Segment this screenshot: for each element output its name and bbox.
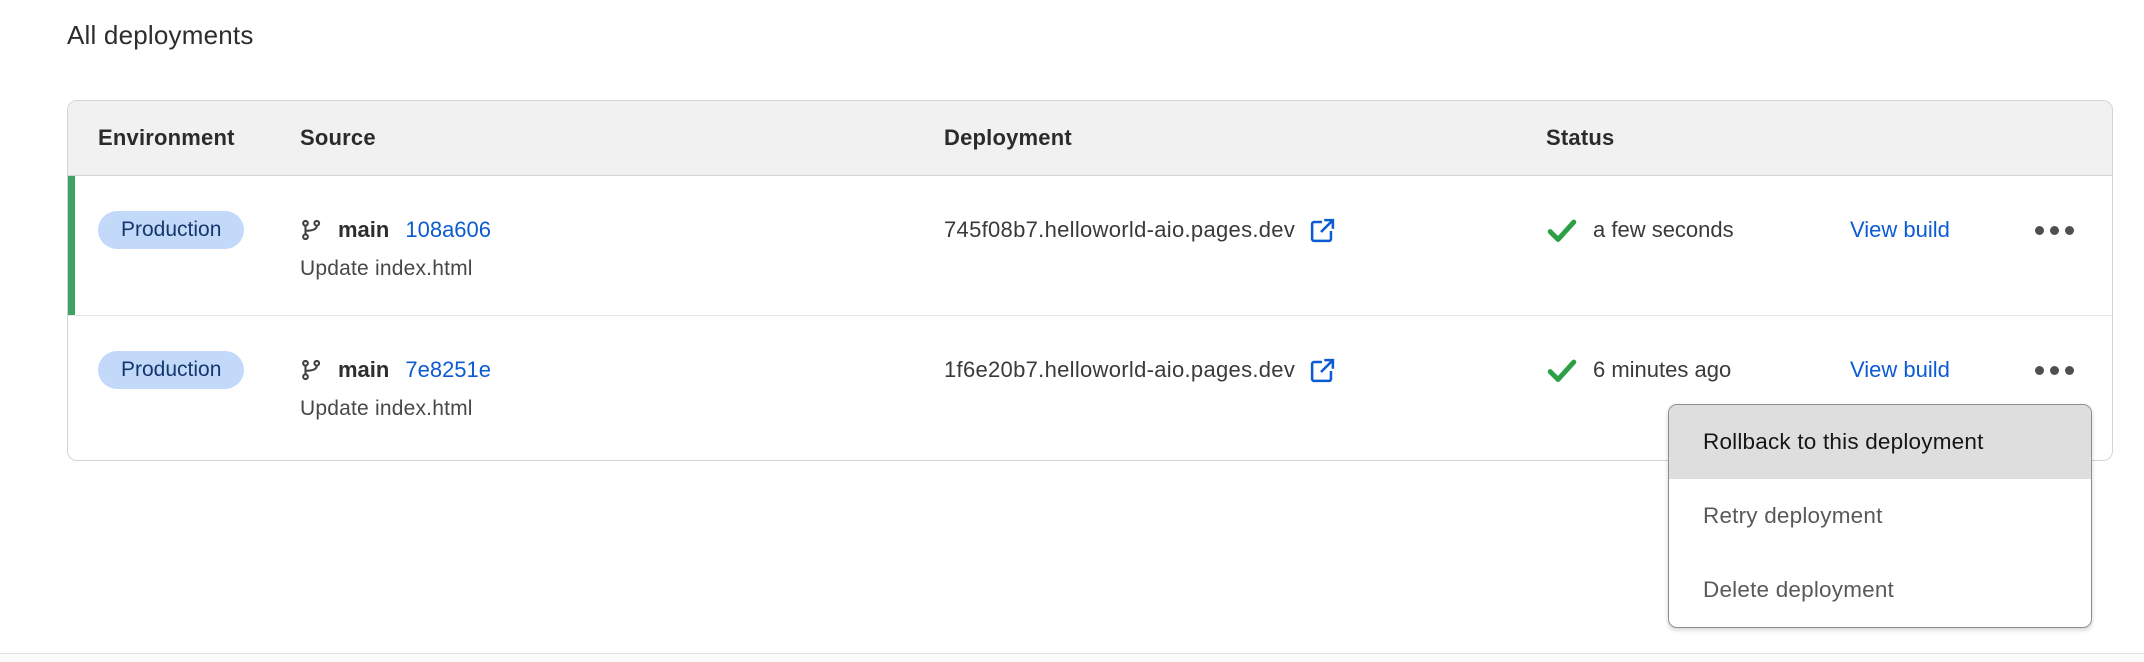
- branch-name: main: [338, 217, 389, 243]
- current-deployment-indicator: [68, 176, 75, 315]
- environment-badge: Production: [98, 351, 244, 389]
- status-time: 6 minutes ago: [1593, 357, 1731, 383]
- deployment-cell: 745f08b7.helloworld-aio.pages.dev: [944, 176, 1546, 250]
- column-header-deployment: Deployment: [944, 125, 1546, 151]
- status-time: a few seconds: [1593, 217, 1734, 243]
- menu-item-retry[interactable]: Retry deployment: [1669, 479, 2091, 553]
- menu-item-rollback[interactable]: Rollback to this deployment: [1669, 405, 2091, 479]
- external-link-icon[interactable]: [1308, 356, 1337, 385]
- external-link-icon[interactable]: [1308, 216, 1337, 245]
- environment-badge: Production: [98, 211, 244, 249]
- deployment-url: 1f6e20b7.helloworld-aio.pages.dev: [944, 357, 1295, 383]
- deployment-url: 745f08b7.helloworld-aio.pages.dev: [944, 217, 1295, 243]
- table-row: Production main 108a606 Update index.htm…: [68, 176, 2112, 316]
- actions-cell: View build: [1850, 316, 2076, 390]
- view-build-link[interactable]: View build: [1850, 357, 1950, 383]
- source-cell: main 108a606 Update index.html: [300, 176, 944, 281]
- environment-cell: Production: [98, 316, 300, 390]
- column-header-status: Status: [1546, 125, 1850, 151]
- row-menu-button[interactable]: [2033, 220, 2076, 241]
- deployment-context-menu: Rollback to this deployment Retry deploy…: [1668, 404, 2092, 628]
- page-title: All deployments: [67, 20, 254, 51]
- row-menu-button[interactable]: [2033, 360, 2076, 381]
- git-branch-icon: [300, 219, 322, 241]
- commit-message: Update index.html: [300, 397, 944, 421]
- commit-link[interactable]: 108a606: [405, 217, 491, 243]
- page-bottom-divider: [0, 653, 2144, 662]
- actions-cell: View build: [1850, 176, 2076, 250]
- deployment-cell: 1f6e20b7.helloworld-aio.pages.dev: [944, 316, 1546, 390]
- branch-name: main: [338, 357, 389, 383]
- status-cell: a few seconds: [1546, 176, 1850, 250]
- table-header-row: Environment Source Deployment Status: [68, 101, 2112, 176]
- commit-message: Update index.html: [300, 257, 944, 281]
- commit-link[interactable]: 7e8251e: [405, 357, 491, 383]
- success-check-icon: [1546, 217, 1578, 244]
- column-header-environment: Environment: [98, 125, 300, 151]
- environment-cell: Production: [98, 176, 300, 250]
- git-branch-icon: [300, 359, 322, 381]
- view-build-link[interactable]: View build: [1850, 217, 1950, 243]
- source-cell: main 7e8251e Update index.html: [300, 316, 944, 421]
- success-check-icon: [1546, 357, 1578, 384]
- column-header-source: Source: [300, 125, 944, 151]
- menu-item-delete[interactable]: Delete deployment: [1669, 553, 2091, 627]
- status-cell: 6 minutes ago: [1546, 316, 1850, 390]
